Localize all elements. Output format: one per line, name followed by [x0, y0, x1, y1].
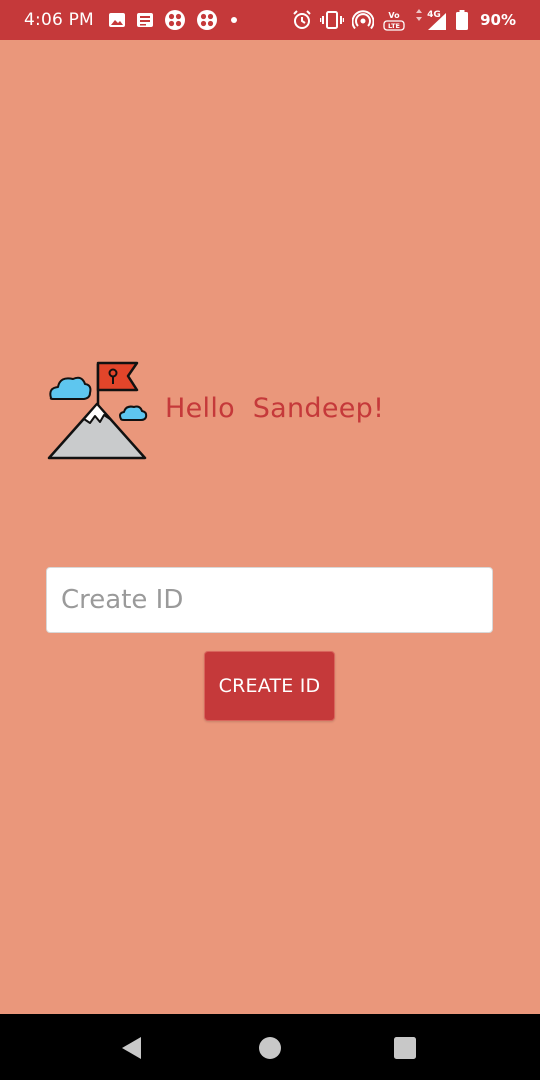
- signal-icon: 4G: [414, 9, 448, 31]
- greeting-text: Hello Sandeep!: [165, 393, 385, 424]
- battery-icon: [456, 10, 469, 30]
- vibrate-icon: [320, 10, 345, 30]
- app-grid-icon: [196, 9, 218, 31]
- back-icon[interactable]: [120, 1036, 144, 1060]
- battery-percent: 90%: [480, 11, 516, 29]
- dot-icon: [228, 14, 240, 26]
- system-icons: Vo LTE 4G 90%: [292, 9, 516, 31]
- svg-text:LTE: LTE: [388, 22, 400, 30]
- svg-text:Vo: Vo: [388, 11, 400, 20]
- app-grid-icon: [164, 9, 186, 31]
- recents-icon[interactable]: [393, 1036, 417, 1060]
- notification-icons: [108, 9, 240, 31]
- volte-icon: Vo LTE: [382, 9, 406, 31]
- network-type: 4G: [427, 10, 441, 20]
- create-id-input[interactable]: [46, 567, 493, 633]
- alarm-icon: [292, 10, 312, 30]
- status-bar: 4:06 PM Vo LTE 4G 90%: [0, 0, 540, 40]
- mountain-flag-illustration: [46, 358, 156, 464]
- image-icon: [108, 12, 126, 28]
- hotspot-icon: [352, 10, 375, 30]
- create-id-button[interactable]: CREATE ID: [204, 651, 335, 721]
- status-time: 4:06 PM: [24, 10, 94, 30]
- navigation-bar: [0, 1014, 540, 1080]
- home-icon[interactable]: [258, 1036, 282, 1060]
- news-icon: [136, 12, 154, 28]
